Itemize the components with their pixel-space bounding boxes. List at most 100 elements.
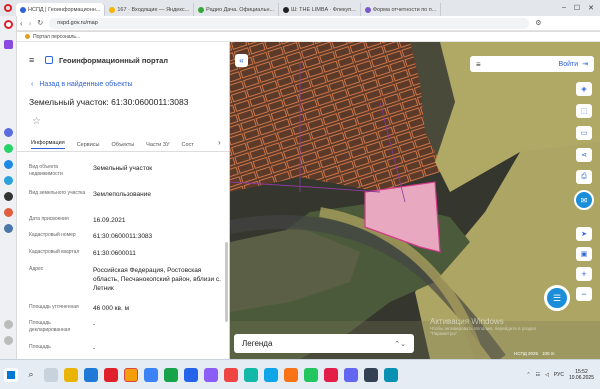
app-icon[interactable] [384, 367, 398, 382]
aria-icon[interactable] [4, 40, 13, 49]
close-icon[interactable]: ✕ [588, 4, 594, 12]
object-info-panel: ≡ Геоинформационный портал ‹ Назад в най… [17, 42, 230, 359]
opera-icon[interactable] [4, 20, 13, 29]
app-icon[interactable] [284, 367, 298, 382]
app-icon[interactable] [344, 367, 358, 382]
volume-icon[interactable]: ◁ [545, 372, 549, 378]
mail-favicon-icon [109, 6, 116, 13]
map-type-icon[interactable]: ▣ [576, 247, 592, 261]
tab-limba[interactable]: Ш: THE LIMBA · Флекуп... [279, 3, 361, 16]
nspd-favicon-icon [20, 6, 26, 13]
store-icon[interactable] [144, 367, 158, 382]
info-row: Вид земельного участка Землепользование [29, 190, 151, 198]
windows-start-icon[interactable] [4, 367, 18, 382]
app-icon-active[interactable] [124, 367, 138, 382]
edge-icon[interactable] [84, 367, 98, 382]
legend-dropdown[interactable]: Легенда ⌃⌄ [234, 334, 414, 353]
maximize-icon[interactable]: ☐ [574, 4, 580, 12]
app-icon[interactable] [304, 367, 318, 382]
login-icon[interactable]: ⇥ [582, 60, 588, 68]
word-icon[interactable] [184, 367, 198, 382]
favorite-star-icon[interactable]: ☆ [32, 116, 41, 127]
form-favicon-icon [364, 6, 371, 13]
opera-sidebar [0, 16, 17, 359]
app-icon[interactable] [224, 367, 238, 382]
collapse-panel-button[interactable]: « [235, 54, 248, 67]
app-icon[interactable] [324, 367, 338, 382]
folder-icon [25, 34, 30, 39]
instagram-icon[interactable] [4, 208, 13, 217]
top-right-bar: ≡ Войти ⇥ [470, 56, 594, 72]
address-input[interactable]: nspd.gov.ru/map [49, 17, 530, 29]
zoom-in-button[interactable]: + [576, 267, 592, 281]
settings-gear-icon[interactable] [4, 336, 13, 345]
menu-icon[interactable]: ≡ [29, 55, 34, 65]
back-icon[interactable]: ‹ [20, 19, 23, 28]
satellite-map-image [230, 42, 600, 359]
page-title: Земельный участок: 61:30:0600011:3083 [29, 97, 189, 107]
search-icon[interactable]: ⌕ [24, 368, 38, 382]
clock[interactable]: 15:52 10.06.2025 [569, 369, 594, 381]
tab-state[interactable]: Сост [182, 142, 194, 148]
tabs-scroll-right-icon[interactable]: › [218, 138, 221, 147]
map-nav-column: ➤ ▣ + − [576, 227, 592, 317]
chat-bubble-icon[interactable]: ☰ [544, 285, 570, 311]
opera-taskbar-icon[interactable] [104, 367, 118, 382]
excel-icon[interactable] [164, 367, 178, 382]
app-icon[interactable] [204, 367, 218, 382]
system-tray: ⌃ ☷ ◁ РУС 15:52 10.06.2025 [526, 368, 594, 381]
address-bar-row: ‹ › ↻ nspd.gov.ru/map ⚙ [0, 16, 600, 31]
map-view[interactable]: « ≡ Войти ⇥ ◈ ⬚ ▭ ⋖ ⎙ ✉ ➤ ▣ + − ☰ Актива… [230, 42, 600, 359]
info-row: Площадь - [29, 344, 96, 352]
tab-nspd[interactable]: НСПД | Геоинформационн... [16, 3, 106, 16]
tab-report-form[interactable]: Форма отчетности по п... [361, 3, 442, 16]
back-to-results-link[interactable]: ‹ Назад в найденные объекты [31, 81, 133, 88]
layers-icon[interactable]: ◈ [576, 82, 592, 96]
extensions-icon[interactable]: ⚙ [535, 19, 541, 27]
select-area-icon[interactable]: ⬚ [576, 104, 592, 118]
whatsapp-icon[interactable] [4, 144, 13, 153]
tab-information[interactable]: Информация [31, 140, 65, 149]
task-view-icon[interactable] [44, 367, 58, 382]
vk-icon[interactable] [4, 224, 13, 233]
print-icon[interactable]: ⎙ [576, 170, 592, 184]
tab-parts[interactable]: Части ЗУ [146, 142, 169, 148]
portal-logo-icon [45, 56, 53, 64]
windows-watermark: Активация Windows Чтобы активировать Win… [430, 317, 537, 336]
telegram-icon[interactable] [4, 176, 13, 185]
network-icon[interactable]: ☷ [536, 372, 540, 378]
chat-support-icon[interactable]: ✉ [574, 190, 594, 210]
geolocation-icon[interactable]: ➤ [576, 227, 592, 241]
app-icon[interactable] [264, 367, 278, 382]
file-explorer-icon[interactable] [64, 367, 78, 382]
minimize-icon[interactable]: – [562, 4, 566, 12]
panel-scrollbar[interactable] [225, 242, 228, 322]
opera-logo-icon[interactable] [0, 0, 16, 16]
info-row: Адрес Российская Федерация, Ростовская о… [29, 266, 221, 292]
history-icon[interactable] [4, 320, 13, 329]
messenger-icon[interactable] [4, 160, 13, 169]
tab-yandex-mail[interactable]: 167 · Входящие — Яндекс... [105, 3, 195, 16]
zoom-out-button[interactable]: − [576, 287, 592, 301]
bookmark-item[interactable]: Портал персональ... [33, 34, 80, 40]
chevron-left-icon: ‹ [31, 81, 34, 88]
radio-favicon-icon [198, 6, 205, 13]
app-icon[interactable] [244, 367, 258, 382]
measure-ruler-icon[interactable]: ▭ [576, 126, 592, 140]
music-player-icon[interactable] [4, 192, 13, 201]
tab-services[interactable]: Сервисы [77, 142, 100, 148]
login-button[interactable]: Войти [559, 61, 579, 68]
windows-taskbar: ⌕ ⌃ ☷ ◁ РУС 15:52 10.06.2025 [0, 359, 600, 389]
tab-objects[interactable]: Объекты [111, 142, 134, 148]
reload-icon[interactable]: ↻ [37, 19, 43, 27]
app-icon[interactable] [364, 367, 378, 382]
music-favicon-icon [283, 6, 290, 13]
workspace-icon[interactable] [4, 128, 13, 137]
share-icon[interactable]: ⋖ [576, 148, 592, 162]
hamburger-icon[interactable]: ≡ [476, 60, 481, 69]
tray-chevron-icon[interactable]: ⌃ [526, 372, 530, 378]
forward-icon[interactable]: › [29, 19, 32, 28]
object-tabs: Информация Сервисы Объекты Части ЗУ Сост [17, 138, 229, 152]
map-footer: НСПД 2025 100 m [514, 351, 555, 356]
tab-radio[interactable]: Радио Дача. Официальн... [194, 3, 280, 16]
